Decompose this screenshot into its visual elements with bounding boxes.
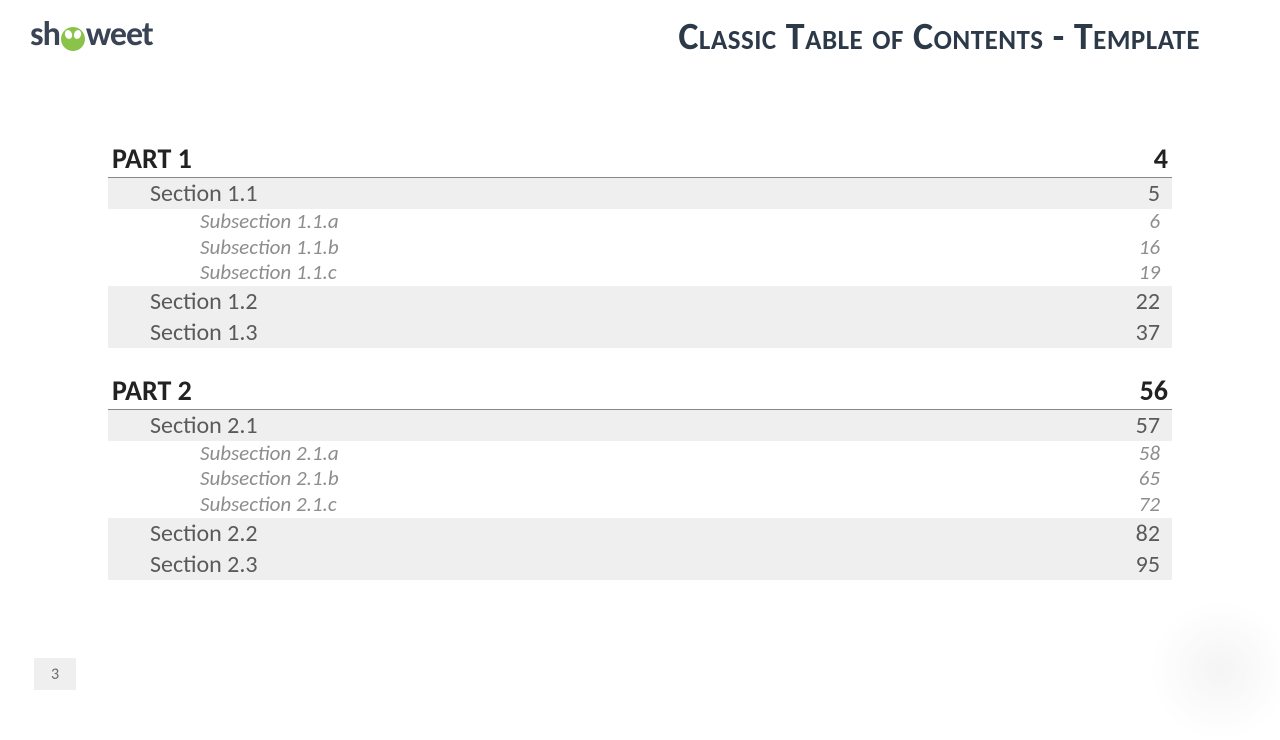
- toc-subsection-label: Subsection 1.1.a: [200, 209, 339, 235]
- toc-subsection-page: 19: [1139, 260, 1160, 286]
- toc-section-page: 82: [1136, 519, 1160, 548]
- slide-title: Classic Table of Contents - Template: [153, 14, 1250, 60]
- logo-leaf-icon: [61, 27, 85, 51]
- toc-subsection-label: Subsection 1.1.b: [200, 235, 339, 261]
- logo-text-pre: sh: [30, 14, 60, 55]
- toc-subsection-row: Subsection 1.1.c 19: [108, 260, 1172, 286]
- table-of-contents: PART 14Section 1.15Subsection 1.1.a6Subs…: [108, 140, 1172, 580]
- toc-section-label: Section 2.3: [150, 550, 258, 579]
- logo: sh weet: [30, 14, 153, 55]
- watermark-icon: [1150, 600, 1280, 740]
- toc-subsection-page: 58: [1139, 441, 1160, 467]
- toc-subsection-row: Subsection 1.1.b 16: [108, 235, 1172, 261]
- toc-subsection-label: Subsection 2.1.a: [200, 441, 339, 467]
- toc-subsection-row: Subsection 2.1.c 72: [108, 492, 1172, 518]
- toc-subsection-row: Subsection 2.1.a 58: [108, 441, 1172, 467]
- toc-subsection-label: Subsection 2.1.b: [200, 466, 339, 492]
- toc-section-label: Section 1.1: [150, 179, 258, 208]
- slide-header: sh weet Classic Table of Contents - Temp…: [0, 0, 1280, 60]
- toc-subsection-label: Subsection 2.1.c: [200, 492, 337, 518]
- toc-subsection-page: 72: [1139, 492, 1160, 518]
- toc-section-page: 37: [1136, 318, 1160, 347]
- toc-subsection-row: Subsection 1.1.a 6: [108, 209, 1172, 235]
- toc-section-page: 5: [1148, 179, 1160, 208]
- toc-part-label: PART 1: [112, 141, 192, 176]
- toc-subsection-page: 65: [1139, 466, 1160, 492]
- toc-section-page: 57: [1136, 411, 1160, 440]
- toc-section-row: Section 1.1 5: [108, 178, 1172, 209]
- toc-part-page: 56: [1140, 373, 1168, 408]
- toc-section-label: Section 2.1: [150, 411, 258, 440]
- toc-section-row: Section 2.1 57: [108, 410, 1172, 441]
- toc-section-row: Section 2.2 82: [108, 518, 1172, 549]
- toc-subsection-page: 6: [1149, 209, 1160, 235]
- page-number: 3: [34, 658, 76, 690]
- logo-text-post: weet: [86, 14, 153, 55]
- toc-section-label: Section 1.3: [150, 318, 258, 347]
- toc-subsection-row: Subsection 2.1.b 65: [108, 466, 1172, 492]
- toc-section-label: Section 2.2: [150, 519, 258, 548]
- toc-subsection-label: Subsection 1.1.c: [200, 260, 337, 286]
- toc-section-page: 95: [1136, 550, 1160, 579]
- toc-subsection-page: 16: [1139, 235, 1160, 261]
- toc-part-label: PART 2: [112, 373, 192, 408]
- toc-section-page: 22: [1136, 287, 1160, 316]
- toc-section-row: Section 1.3 37: [108, 317, 1172, 348]
- toc-section-row: Section 1.2 22: [108, 286, 1172, 317]
- toc-part-row: PART 1 4: [108, 140, 1172, 178]
- toc-section-row: Section 2.3 95: [108, 549, 1172, 580]
- toc-part-page: 4: [1154, 141, 1168, 176]
- toc-section-label: Section 1.2: [150, 287, 258, 316]
- toc-part-row: PART 2 56: [108, 372, 1172, 410]
